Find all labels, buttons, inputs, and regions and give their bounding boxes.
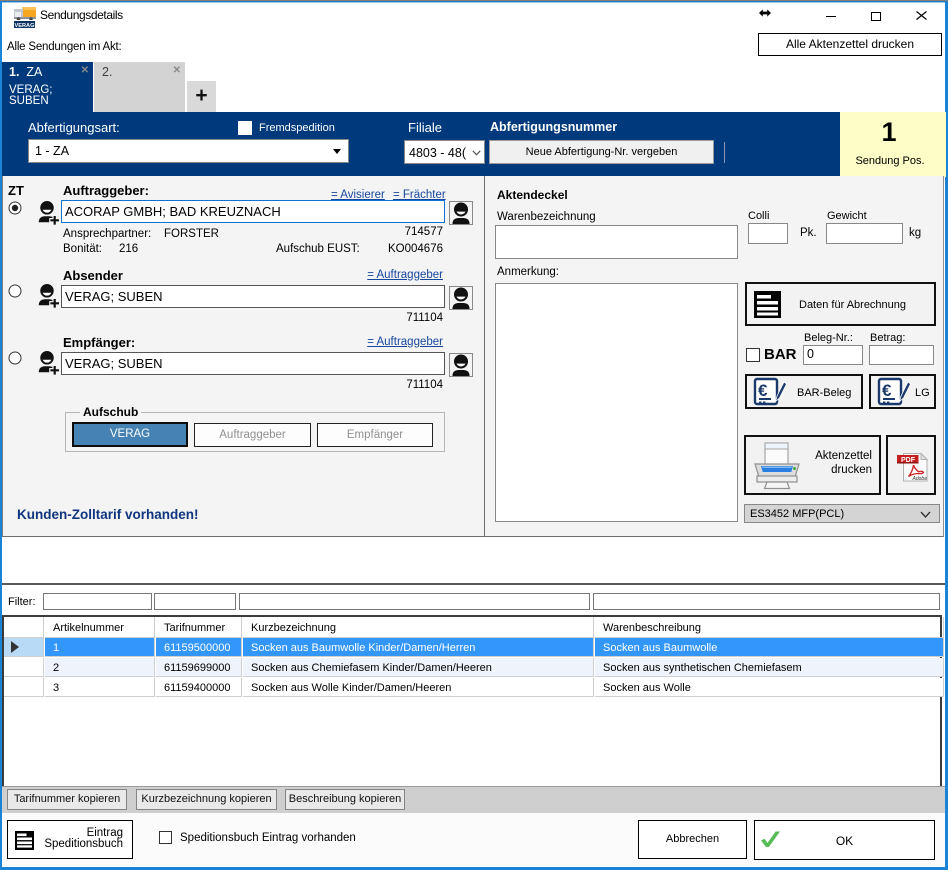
- svg-text:€: €: [882, 381, 892, 400]
- svg-text:PDF: PDF: [901, 457, 916, 464]
- svg-text:€: €: [758, 381, 768, 400]
- svg-text:VERAG: VERAG: [15, 23, 35, 29]
- svg-text:Adobe: Adobe: [912, 476, 928, 482]
